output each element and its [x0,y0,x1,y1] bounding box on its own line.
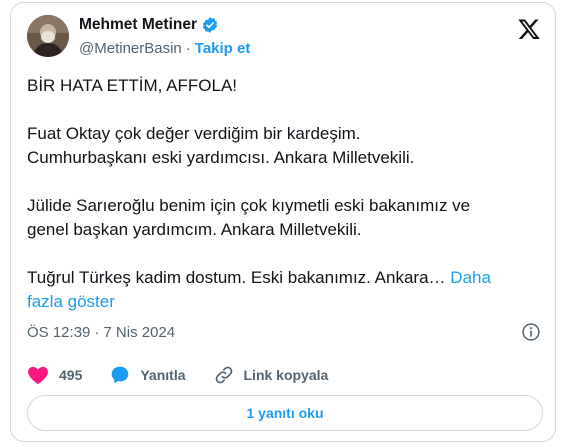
meta-separator: · [94,324,100,341]
heart-icon [28,366,48,385]
copy-link-label: Link kopyala [243,367,329,383]
like-count: 495 [59,367,83,383]
reply-icon [112,366,129,384]
x-logo-icon[interactable] [517,17,541,41]
author-handle[interactable]: @MetinerBasin [79,40,182,57]
tweet-date: 7 Nis 2024 [103,324,176,341]
tweet-paragraph-4: Tuğrul Türkeş kadim dostum. Eski bakanım… [27,268,451,287]
tweet-paragraph-3: Jülide Sarıeroğlu benim için çok kıymetl… [27,196,471,239]
avatar[interactable] [27,15,69,57]
reply-button[interactable]: Yanıtla [110,365,186,385]
link-icon [215,366,232,384]
info-icon[interactable] [521,322,541,342]
copy-link-button[interactable]: Link kopyala [214,365,329,385]
follow-button[interactable]: Takip et [195,40,251,57]
like-button[interactable]: 495 [27,365,82,385]
read-replies-button[interactable]: 1 yanıtı oku [27,395,543,431]
reply-label: Yanıtla [140,367,186,383]
tweet-card: Mehmet Metiner @MetinerBasin · Takip et … [10,2,556,442]
tweet-text: BİR HATA ETTİM, AFFOLA! Fuat Oktay çok d… [27,74,545,314]
verified-badge-icon [201,16,219,34]
author-name[interactable]: Mehmet Metiner [79,16,197,34]
tweet-paragraph-1: BİR HATA ETTİM, AFFOLA! [27,76,238,95]
tweet-paragraph-2: Fuat Oktay çok değer verdiğim bir kardeş… [27,124,415,167]
tweet-timestamp[interactable]: ÖS 12:39 · 7 Nis 2024 [27,324,175,341]
tweet-time: ÖS 12:39 [27,324,91,341]
action-bar: 495 Yanıtla Link kopyala [27,365,356,385]
separator-dot: · [185,40,191,57]
